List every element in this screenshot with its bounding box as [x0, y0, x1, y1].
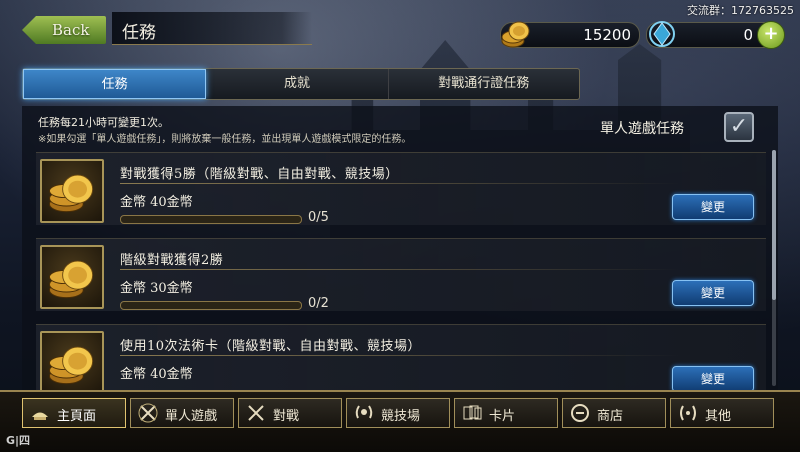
nav-label: 對戰 — [273, 409, 300, 424]
gold-coins-icon — [40, 331, 104, 395]
mission-row: 階級對戰獲得2勝 金幣 30金幣 0/2 變更 — [36, 238, 766, 311]
page-title-bar: 任務 — [112, 12, 312, 45]
progress-text: 0/5 — [308, 210, 329, 225]
solo-mission-label: 單人遊戲任務 — [600, 121, 684, 137]
mission-name: 對戰獲得5勝（階級對戰、自由對戰、競技場） — [120, 167, 399, 182]
progress-bar — [120, 301, 302, 310]
other-icon — [680, 405, 696, 421]
progress-text: 0/2 — [308, 296, 329, 311]
gold-coins-icon — [40, 159, 104, 223]
mission-list-scrollbar[interactable] — [772, 150, 776, 386]
divider — [120, 183, 680, 184]
crossed-swords-single-icon — [138, 403, 158, 423]
shop-icon — [571, 404, 589, 422]
gold-coin-icon — [501, 21, 530, 48]
nav-label: 單人遊戲 — [165, 409, 218, 424]
crystal-icon — [649, 21, 675, 47]
nav-solo-play[interactable]: 單人遊戲 — [130, 398, 234, 428]
mission-row: 使用10次法術卡（階級對戰、自由對戰、競技場） 金幣 40金幣 變更 — [36, 324, 766, 397]
change-mission-button[interactable]: 變更 — [672, 194, 754, 220]
nav-label: 商店 — [597, 409, 624, 424]
mission-reward: 金幣 30金幣 — [120, 281, 193, 296]
change-mission-button[interactable]: 變更 — [672, 366, 754, 392]
crossed-swords-icon — [248, 405, 264, 421]
divider — [120, 269, 680, 270]
divider — [120, 355, 680, 356]
mission-name: 階級對戰獲得2勝 — [120, 253, 224, 268]
corner-logo: G|四 — [6, 434, 31, 447]
laurel-icon — [355, 405, 373, 419]
page-title: 任務 — [122, 23, 156, 43]
change-mission-button[interactable]: 變更 — [672, 280, 754, 306]
scrollbar-thumb[interactable] — [772, 150, 776, 300]
home-icon — [32, 412, 48, 420]
solo-mission-checkbox[interactable]: ✓ — [724, 112, 754, 142]
nav-home[interactable]: 主頁面 — [22, 398, 126, 428]
change-limit-note: 任務每21小時可變更1次。 — [38, 116, 169, 129]
nav-label: 卡片 — [489, 409, 516, 424]
progress-bar — [120, 215, 302, 224]
cards-icon — [463, 405, 482, 420]
back-button[interactable]: Back — [22, 16, 106, 44]
crystal-counter: 0 + — [646, 21, 785, 49]
nav-arena[interactable]: 競技場 — [346, 398, 450, 428]
gold-coins-icon — [40, 245, 104, 309]
mission-name: 使用10次法術卡（階級對戰、自由對戰、競技場） — [120, 339, 422, 354]
mission-tabs: 任務 成就 對戰通行證任務 — [22, 68, 580, 100]
back-button-label: Back — [52, 21, 90, 39]
mission-row: 對戰獲得5勝（階級對戰、自由對戰、競技場） 金幣 40金幣 0/5 變更 — [36, 152, 766, 225]
tab-missions[interactable]: 任務 — [23, 69, 207, 99]
nav-label: 主頁面 — [57, 409, 97, 424]
tab-achievements[interactable]: 成就 — [206, 69, 389, 99]
mission-reward: 金幣 40金幣 — [120, 195, 193, 210]
nav-shop[interactable]: 商店 — [562, 398, 666, 428]
nav-battle[interactable]: 對戰 — [238, 398, 342, 428]
add-crystals-button[interactable]: + — [757, 21, 785, 49]
nav-other[interactable]: 其他 — [670, 398, 774, 428]
mission-reward: 金幣 40金幣 — [120, 367, 193, 382]
gold-counter: 15200 — [500, 21, 640, 48]
nav-label: 競技場 — [381, 409, 421, 424]
nav-cards[interactable]: 卡片 — [454, 398, 558, 428]
nav-label: 其他 — [705, 409, 732, 424]
tab-battle-pass-missions[interactable]: 對戰通行證任務 — [389, 69, 579, 99]
watermark-text: 交流群：172763525 — [687, 4, 794, 17]
crystal-amount: 0 — [743, 26, 753, 44]
solo-mission-note: ※如果勾選「單人遊戲任務」，則將放棄一般任務，並出現單人遊戲模式限定的任務。 — [38, 134, 412, 145]
gold-amount: 15200 — [583, 26, 631, 44]
